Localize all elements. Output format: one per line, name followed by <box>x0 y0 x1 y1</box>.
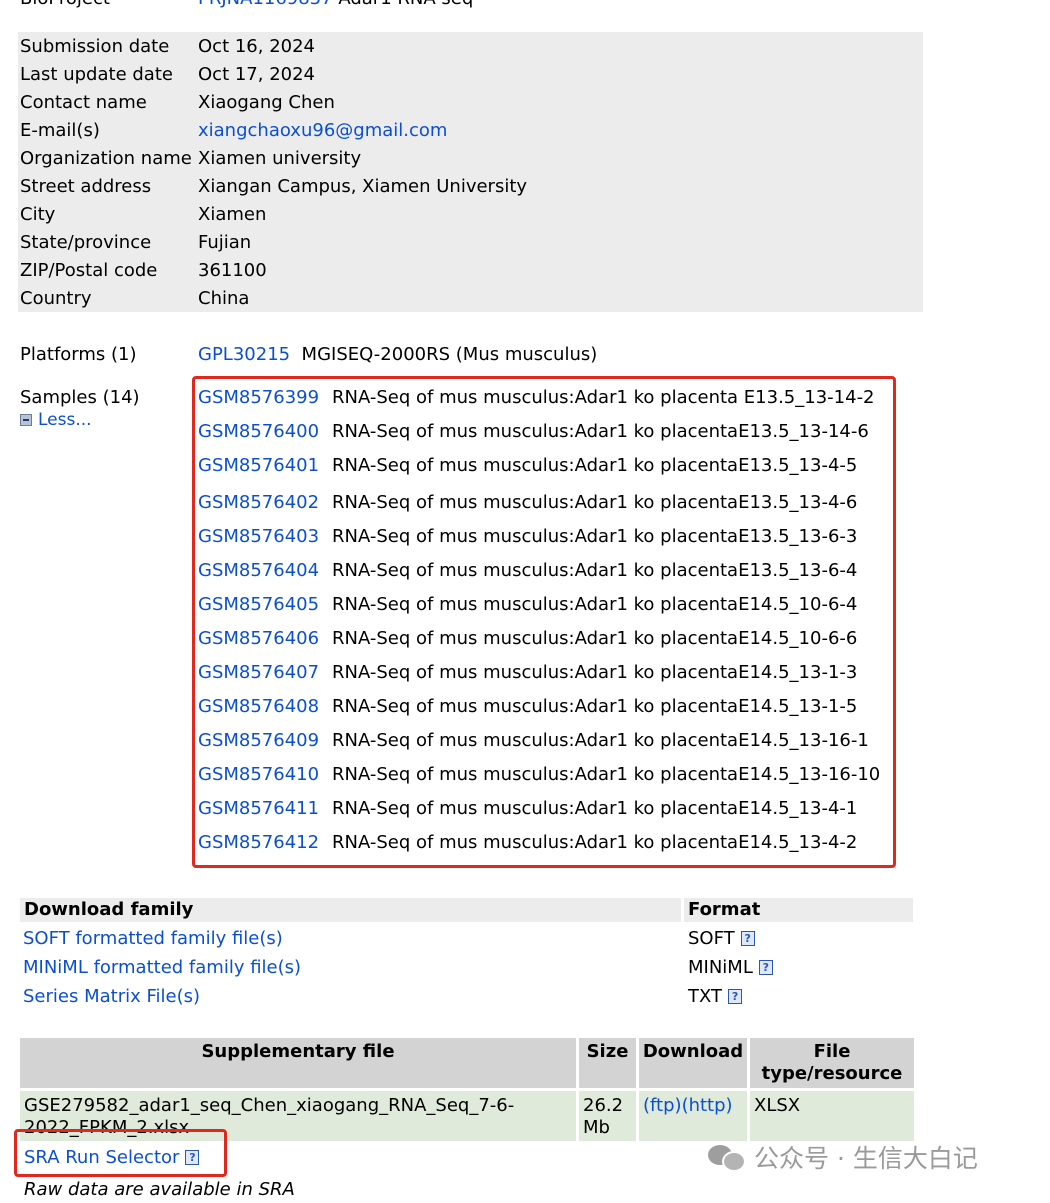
contact-value: Xiangan Campus, Xiamen University <box>198 176 528 197</box>
bioproject-link[interactable]: PRJNA1169857 <box>198 0 333 9</box>
file-type-header-line1: File <box>813 1041 851 1062</box>
sample-title: RNA-Seq of mus musculus:Adar1 ko placent… <box>332 628 858 649</box>
file-type-header: File type/resource <box>750 1038 914 1088</box>
contact-value: Xiamen university <box>198 148 362 169</box>
family-file-row: SOFT formatted family file(s) <box>23 925 283 953</box>
sample-link[interactable]: GSM8576400 <box>198 418 319 446</box>
sample-title: RNA-Seq of mus musculus:Adar1 ko placent… <box>332 594 858 615</box>
sample-title: RNA-Seq of mus musculus:Adar1 ko placent… <box>332 764 881 785</box>
sample-title: RNA-Seq of mus musculus:Adar1 ko placent… <box>332 832 858 853</box>
contact-label: Organization name <box>20 148 192 169</box>
supplementary-file-header: Supplementary file <box>20 1038 576 1088</box>
contact-value: Fujian <box>198 232 252 253</box>
contact-label: Country <box>20 288 92 309</box>
help-icon[interactable]: ? <box>185 1150 200 1165</box>
help-icon[interactable]: ? <box>728 989 743 1004</box>
sample-link[interactable]: GSM8576411 <box>198 795 319 823</box>
sample-link[interactable]: GSM8576399 <box>198 384 319 412</box>
sample-link[interactable]: GSM8576408 <box>198 693 319 721</box>
format-label: SOFT <box>688 928 735 949</box>
bioproject-label: BioProject <box>20 0 110 9</box>
less-toggle[interactable]: Less... <box>20 408 92 432</box>
sample-title: RNA-Seq of mus musculus:Adar1 ko placent… <box>332 798 858 819</box>
email-link[interactable]: xiangchaoxu96@gmail.com <box>198 117 447 145</box>
format-label: TXT <box>688 986 723 1007</box>
http-link[interactable]: (http) <box>682 1095 733 1116</box>
download-links-cell: (ftp)(http) <box>639 1091 747 1141</box>
contact-value: Xiamen <box>198 204 267 225</box>
file-size-unit: Mb <box>583 1117 610 1138</box>
watermark: 公众号 · 生信大白记 <box>708 1140 978 1178</box>
raw-data-note: Raw data are available in SRA <box>24 1179 295 1200</box>
contact-value: 361100 <box>198 260 267 281</box>
miniml-family-link[interactable]: MINiML formatted family file(s) <box>23 957 301 978</box>
contact-info-box: Submission date Oct 16, 2024 Last update … <box>18 32 923 312</box>
contact-label: Contact name <box>20 92 147 113</box>
platform-title: MGISEQ-2000RS (Mus musculus) <box>301 344 598 365</box>
ftp-link[interactable]: (ftp) <box>643 1095 682 1116</box>
contact-label: E-mail(s) <box>20 120 100 141</box>
contact-label: City <box>20 204 56 225</box>
help-icon[interactable]: ? <box>740 931 755 946</box>
contact-label: ZIP/Postal code <box>20 260 158 281</box>
size-header: Size <box>579 1038 636 1088</box>
less-link[interactable]: Less... <box>38 410 92 430</box>
format-cell: SOFT? <box>688 925 755 953</box>
contact-value: Oct 16, 2024 <box>198 36 315 57</box>
sample-link[interactable]: GSM8576405 <box>198 591 319 619</box>
file-size-cell: 26.2 Mb <box>579 1091 636 1141</box>
sample-link[interactable]: GSM8576404 <box>198 557 319 585</box>
sample-link[interactable]: GSM8576406 <box>198 625 319 653</box>
sra-run-selector-link[interactable]: SRA Run Selector <box>24 1147 179 1168</box>
download-family-header: Download family <box>20 898 681 922</box>
sample-link[interactable]: GSM8576410 <box>198 761 319 789</box>
family-file-row: MINiML formatted family file(s) <box>23 954 301 982</box>
bioproject-title: Adar1 RNA seq <box>333 0 473 9</box>
sample-title: RNA-Seq of mus musculus:Adar1 ko placent… <box>332 662 858 683</box>
file-type-header-line2: type/resource <box>761 1063 903 1084</box>
wechat-icon <box>708 1143 746 1172</box>
contact-value: Xiaogang Chen <box>198 92 335 113</box>
sample-link[interactable]: GSM8576401 <box>198 452 319 480</box>
sample-title: RNA-Seq of mus musculus:Adar1 ko placent… <box>332 421 869 442</box>
sample-title: RNA-Seq of mus musculus:Adar1 ko placent… <box>332 387 875 408</box>
contact-value: Oct 17, 2024 <box>198 64 315 85</box>
series-matrix-link[interactable]: Series Matrix File(s) <box>23 986 200 1007</box>
file-size-value: 26.2 <box>583 1095 624 1116</box>
sample-link[interactable]: GSM8576407 <box>198 659 319 687</box>
contact-value: China <box>198 288 250 309</box>
platform-link[interactable]: GPL30215 <box>198 344 290 365</box>
sample-link[interactable]: GSM8576402 <box>198 489 319 517</box>
sample-title: RNA-Seq of mus musculus:Adar1 ko placent… <box>332 560 858 581</box>
format-cell: TXT? <box>688 983 743 1011</box>
sample-link[interactable]: GSM8576409 <box>198 727 319 755</box>
sample-title: RNA-Seq of mus musculus:Adar1 ko placent… <box>332 730 869 751</box>
platforms-value: GPL30215 MGISEQ-2000RS (Mus musculus) <box>198 341 597 369</box>
family-file-row: Series Matrix File(s) <box>23 983 200 1011</box>
sample-title: RNA-Seq of mus musculus:Adar1 ko placent… <box>332 492 858 513</box>
sample-title: RNA-Seq of mus musculus:Adar1 ko placent… <box>332 455 858 476</box>
file-name-line1: GSE279582_adar1_seq_Chen_xiaogang_RNA_Se… <box>24 1095 515 1116</box>
sample-title: RNA-Seq of mus musculus:Adar1 ko placent… <box>332 696 858 717</box>
contact-label: Submission date <box>20 36 170 57</box>
format-cell: MINiML? <box>688 954 773 982</box>
collapse-icon <box>20 414 32 426</box>
contact-label: State/province <box>20 232 152 253</box>
file-type-cell: XLSX <box>750 1091 914 1141</box>
bioproject-value: PRJNA1169857 Adar1 RNA seq <box>198 0 473 9</box>
sample-link[interactable]: GSM8576412 <box>198 829 319 857</box>
download-header: Download <box>639 1038 747 1088</box>
watermark-text: 公众号 · 生信大白记 <box>754 1144 978 1173</box>
contact-label: Last update date <box>20 64 173 85</box>
sample-link[interactable]: GSM8576403 <box>198 523 319 551</box>
contact-label: Street address <box>20 176 152 197</box>
format-label: MINiML <box>688 957 753 978</box>
format-header: Format <box>684 898 913 922</box>
sra-run-selector: SRA Run Selector? <box>24 1145 200 1171</box>
help-icon[interactable]: ? <box>758 960 773 975</box>
platforms-label: Platforms (1) <box>20 344 137 365</box>
sample-title: RNA-Seq of mus musculus:Adar1 ko placent… <box>332 526 858 547</box>
soft-family-link[interactable]: SOFT formatted family file(s) <box>23 928 283 949</box>
